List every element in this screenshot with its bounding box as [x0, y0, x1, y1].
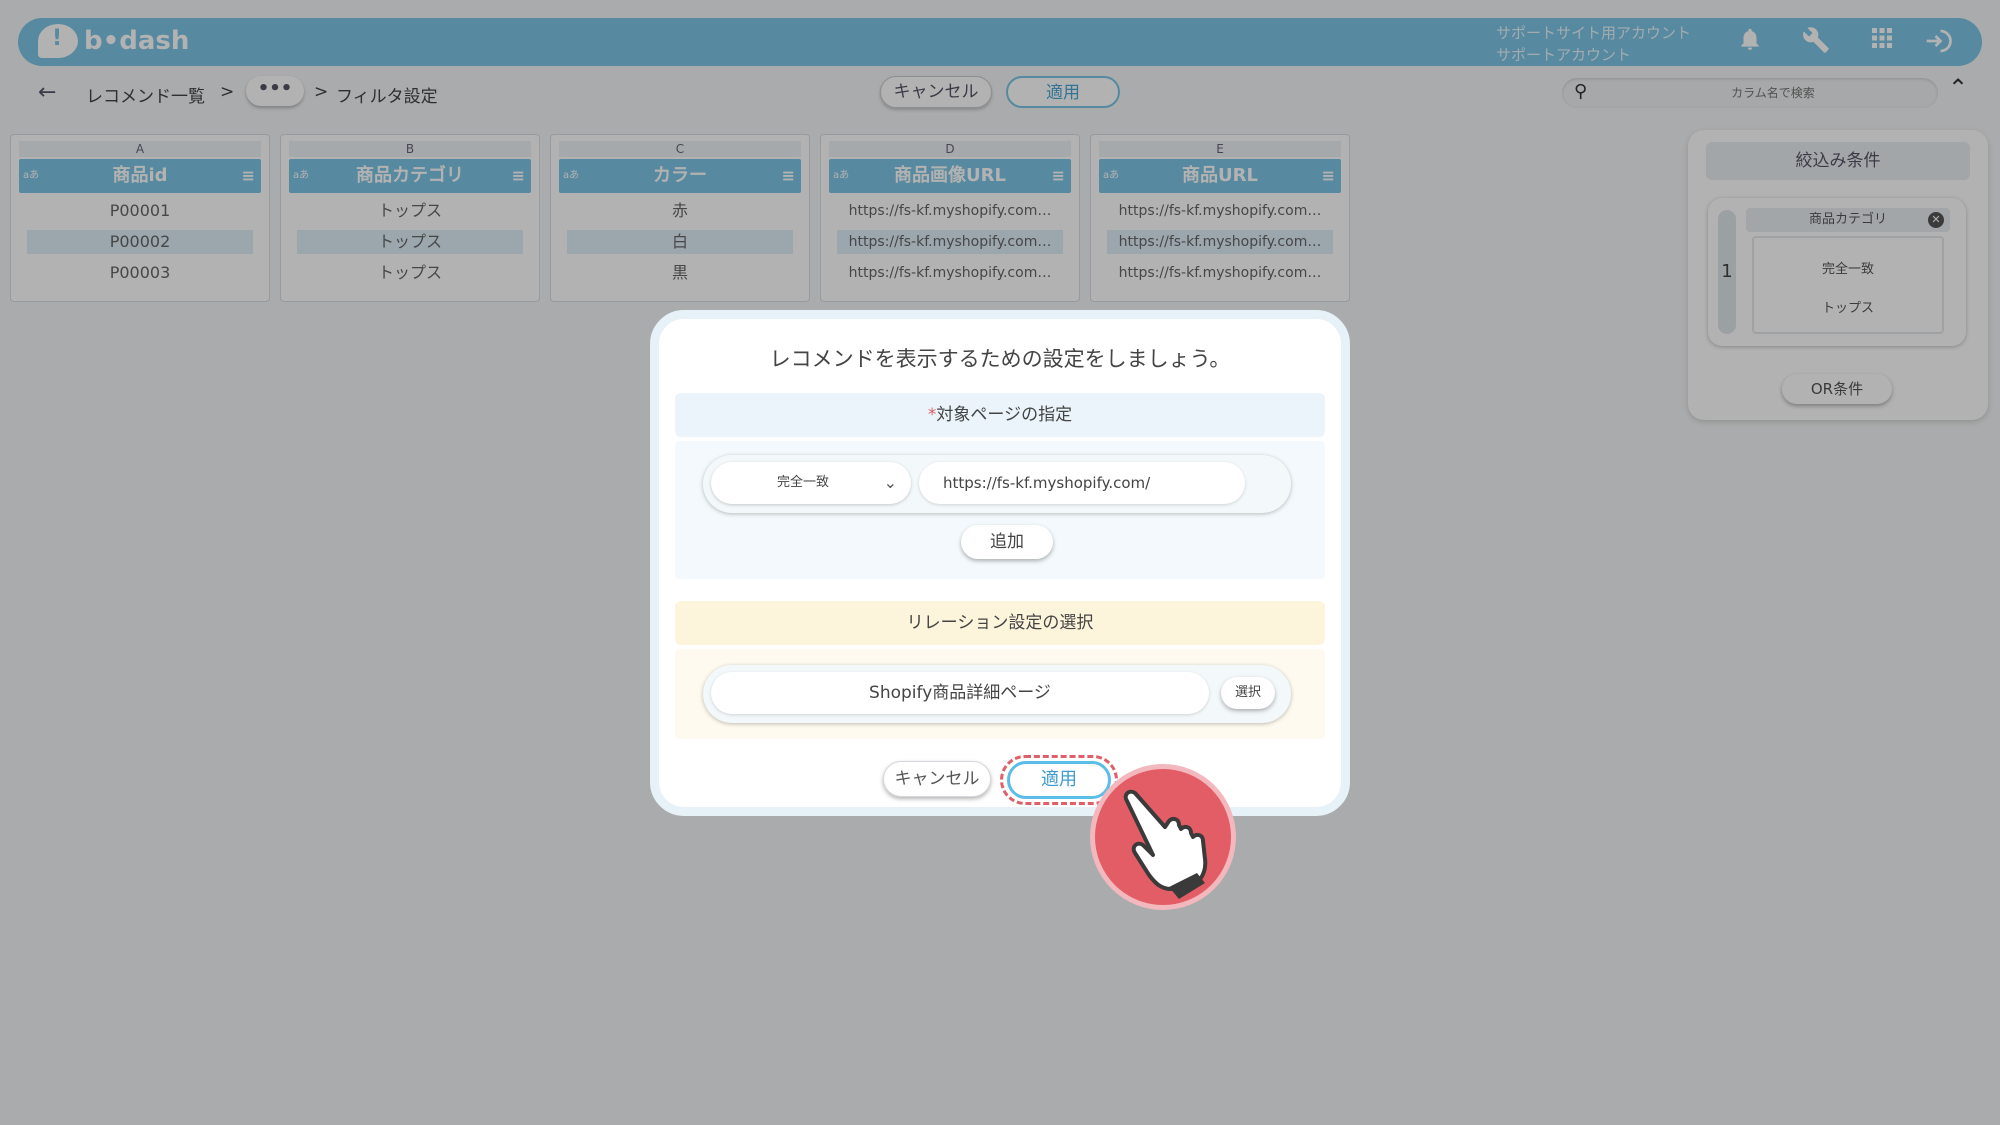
target-url-input[interactable]: https://fs-kf.myshopify.com/	[919, 462, 1245, 504]
relation-section-header: リレーション設定の選択	[675, 601, 1325, 645]
add-button[interactable]: 追加	[961, 525, 1053, 559]
select-button[interactable]: 選択	[1221, 677, 1275, 709]
relation-section-body: Shopify商品詳細ページ 選択	[675, 649, 1325, 739]
modal-cancel-button[interactable]: キャンセル	[883, 761, 991, 797]
chevron-down-icon: ⌄	[883, 473, 897, 492]
relation-input[interactable]: Shopify商品詳細ページ	[711, 672, 1209, 714]
target-page-section-title: 対象ページの指定	[936, 405, 1073, 425]
modal-title: レコメンドを表示するための設定をしましょう。	[769, 347, 1231, 371]
target-page-section-body: 完全一致 ⌄ https://fs-kf.myshopify.com/ 追加	[675, 441, 1325, 579]
pointing-hand-icon	[1090, 764, 1236, 910]
target-page-section-header: *対象ページの指定	[675, 393, 1325, 437]
match-type-value: 完全一致	[777, 475, 830, 490]
match-type-select[interactable]: 完全一致 ⌄	[711, 462, 911, 504]
target-page-row: 完全一致 ⌄ https://fs-kf.myshopify.com/	[703, 455, 1291, 513]
relation-row: Shopify商品詳細ページ 選択	[703, 665, 1291, 723]
recommend-settings-modal: レコメンドを表示するための設定をしましょう。 *対象ページの指定 完全一致 ⌄ …	[650, 310, 1350, 816]
